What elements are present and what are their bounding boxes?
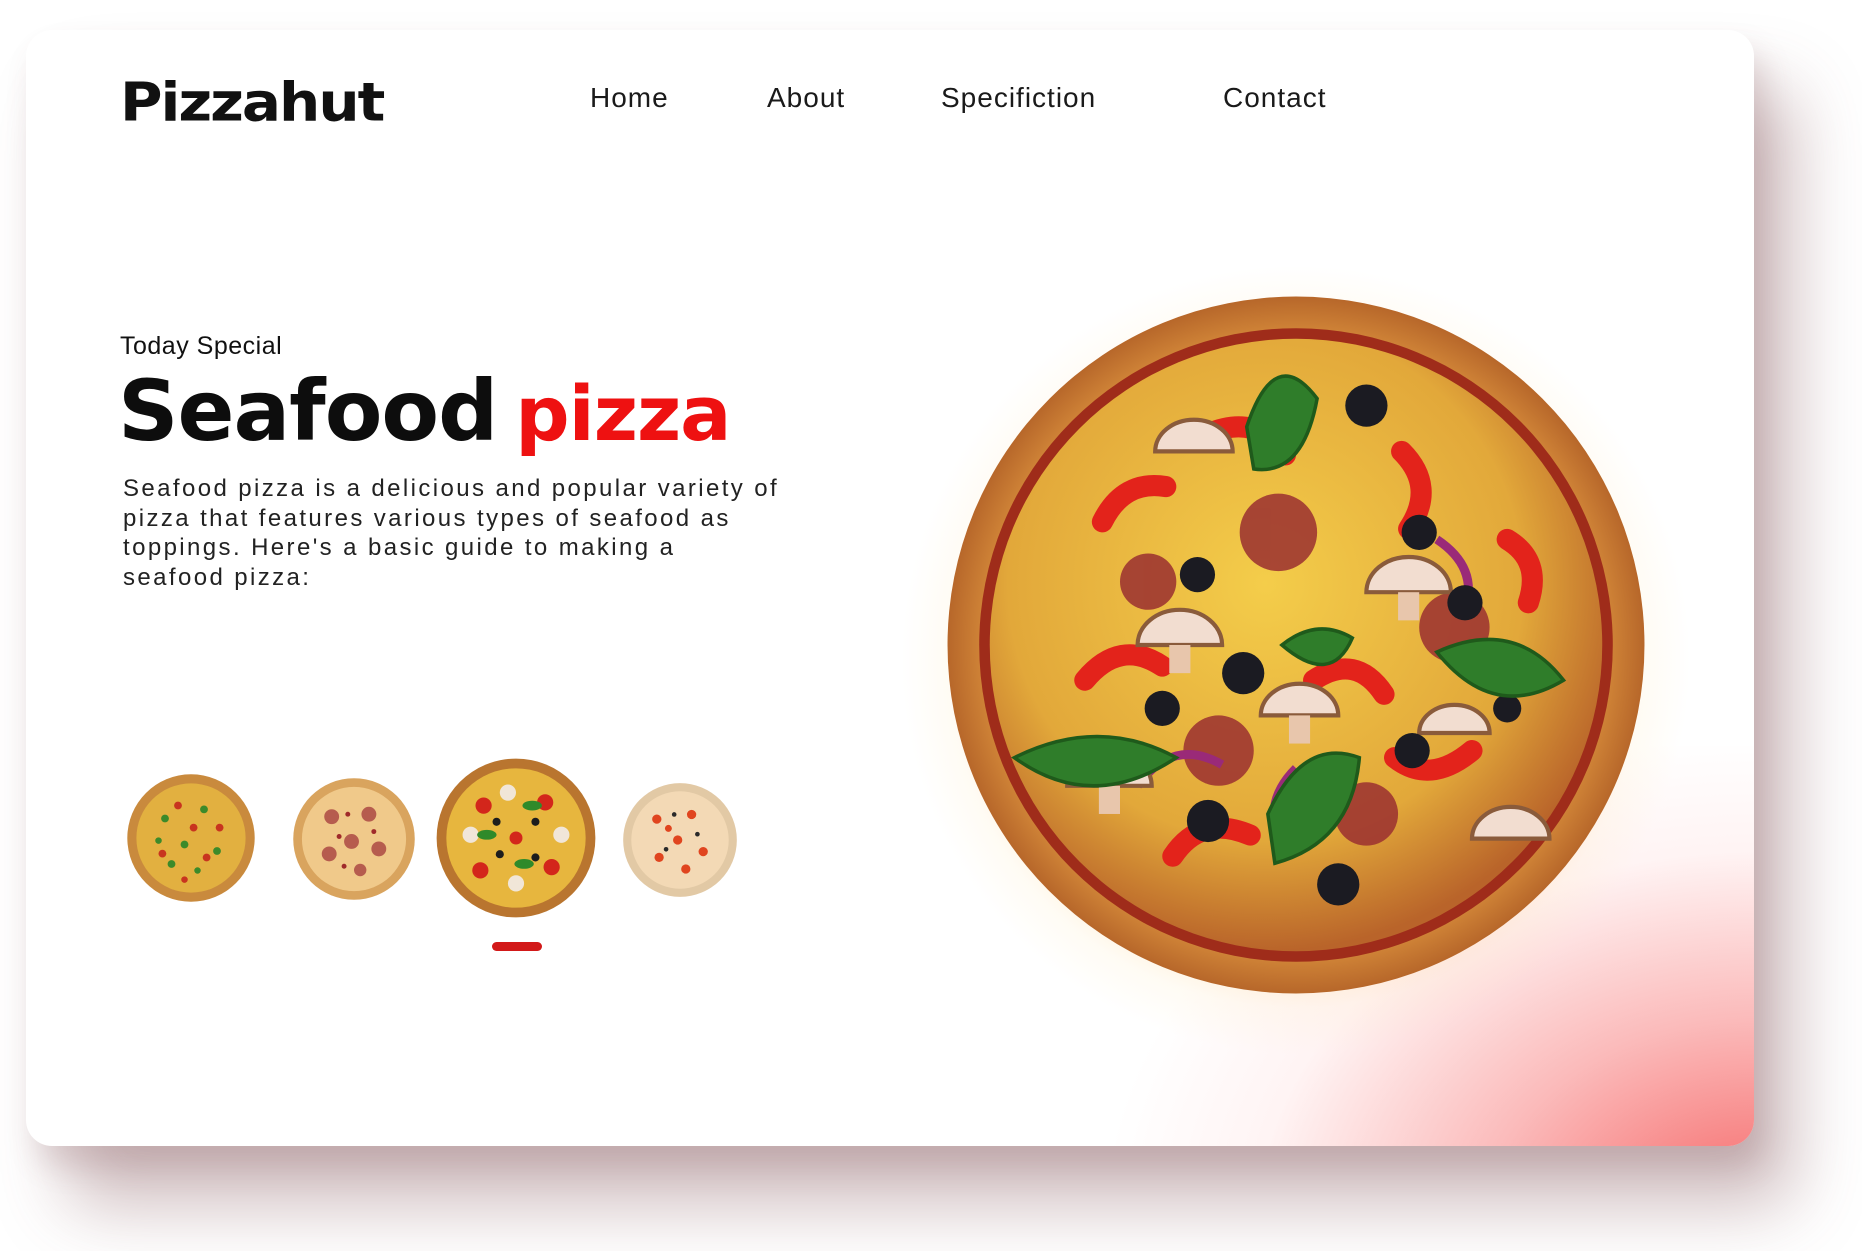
carousel-indicator[interactable] — [492, 942, 542, 951]
hero-title: Seafood pizza — [118, 362, 731, 460]
nav-specification[interactable]: Specifiction — [941, 82, 1096, 114]
pizza-thumbnail-3-active[interactable] — [435, 757, 597, 919]
hero-title-word1: Seafood — [118, 362, 498, 460]
today-special-label: Today Special — [120, 332, 283, 360]
hero-description: Seafood pizza is a delicious and popular… — [123, 475, 780, 591]
main-nav: Home About Specifiction Contact — [26, 82, 1754, 122]
pizza-thumbnail-1[interactable] — [126, 773, 256, 903]
landing-card: Pizzahut Home About Specifiction Contact… — [26, 30, 1754, 1146]
hero-pizza-image — [947, 296, 1645, 994]
nav-contact[interactable]: Contact — [1223, 82, 1327, 114]
nav-about[interactable]: About — [767, 82, 845, 114]
hero-title-word2: pizza — [515, 369, 731, 458]
pizza-thumbnail-4[interactable] — [622, 782, 738, 898]
pizza-thumbnail-2[interactable] — [292, 777, 416, 901]
nav-home[interactable]: Home — [590, 82, 669, 114]
